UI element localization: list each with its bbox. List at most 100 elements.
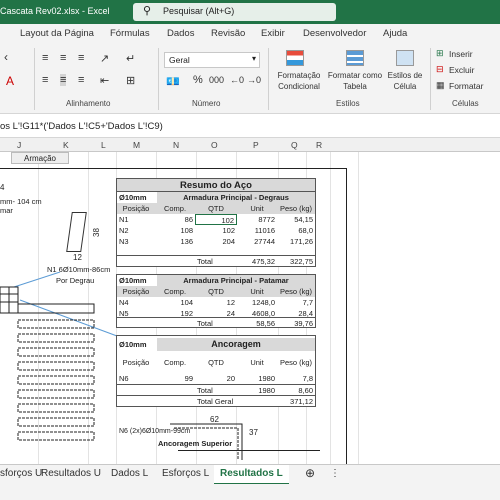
header-cell: Unit: [250, 287, 264, 296]
cell-styles-button[interactable]: Estilos de Célula: [384, 70, 426, 92]
tab-ajuda[interactable]: Ajuda: [383, 28, 407, 39]
cell: N6: [119, 374, 129, 383]
tab-revisao[interactable]: Revisão: [211, 28, 245, 39]
total-row: Total 58,56 39,76: [117, 317, 315, 328]
drawing-label: mm- 104 cm: [0, 197, 42, 206]
column-header[interactable]: N: [173, 140, 179, 150]
indent-icon[interactable]: ⇤: [100, 74, 109, 87]
font-color-a-icon[interactable]: A: [6, 74, 14, 88]
section-title: Armadura Principal - Degraus: [157, 192, 315, 203]
selected-cell[interactable]: 102: [195, 214, 237, 225]
tab-dados[interactable]: Dados: [167, 28, 194, 39]
percent-button[interactable]: %: [193, 74, 203, 86]
header-cell: Comp.: [163, 358, 187, 367]
currency-icon[interactable]: 💶: [166, 75, 180, 88]
tab-layout-pagina[interactable]: Layout da Página: [20, 28, 94, 39]
dim-label: 37: [249, 428, 258, 437]
resumo-table-degraus: Resumo do Aço Ø10mm Armadura Principal -…: [116, 178, 316, 267]
align-top-icon[interactable]: ≡: [42, 52, 48, 64]
cell: 1980: [258, 374, 275, 383]
increase-decimal-icon[interactable]: ←0: [230, 75, 244, 85]
total-unit: 58,56: [256, 319, 275, 328]
decrease-decimal-icon[interactable]: →0: [247, 75, 261, 85]
sheet-tab[interactable]: Dados L: [111, 468, 148, 479]
delete-button[interactable]: Excluir: [449, 65, 475, 75]
total-geral-value: 371,12: [290, 397, 313, 406]
title-bar: Cascata Rev02.xlsx - Excel ⚲ Pesquisar (…: [0, 0, 500, 24]
align-bottom-icon[interactable]: ≡: [78, 52, 84, 64]
sheet-tabs: sforços U Resultados U Dados L Esforços …: [0, 464, 500, 485]
cell: N1: [119, 215, 129, 224]
format-icon: ▦: [436, 80, 445, 90]
insert-button[interactable]: Inserir: [449, 49, 473, 59]
header-cell: QTD: [208, 287, 224, 296]
cell: 12: [226, 298, 235, 307]
column-header[interactable]: J: [17, 140, 21, 150]
search-placeholder: Pesquisar (Alt+G): [163, 6, 235, 16]
sheet-tab[interactable]: sforços U: [0, 468, 42, 479]
align-right-icon[interactable]: ≡: [78, 74, 84, 86]
total-row: Total 1980 8,60: [117, 384, 315, 395]
sheet-tab-active[interactable]: Resultados L: [214, 465, 289, 485]
column-header[interactable]: O: [211, 140, 218, 150]
group-number-label: Número: [192, 99, 221, 108]
worksheet-grid[interactable]: Armação 4 mm- 104 cm mar 38 12 N1 6Ø10mm…: [0, 152, 500, 464]
column-header[interactable]: P: [253, 140, 259, 150]
formula-text: os L'!G11*('Dados L'!C5+'Dados L'!C9): [0, 121, 163, 132]
tab-formulas[interactable]: Fórmulas: [110, 28, 150, 39]
armacao-header: Armação: [11, 152, 69, 164]
font-color-icon[interactable]: ‹: [4, 50, 8, 64]
tab-exibir[interactable]: Exibir: [261, 28, 285, 39]
table-row: N2 108 102 11016 68,0: [117, 225, 317, 236]
ribbon: ‹ A ≡ ≡ ≡ ↗ ↵ ≡ ≡ ≡ ⇤ ⊞ Alinhamento Gera…: [0, 44, 500, 114]
diameter-label: Ø10mm: [119, 193, 147, 202]
number-format-select[interactable]: Geral ▾: [164, 52, 260, 68]
table-row: N3 136 204 27744 171,26: [117, 236, 317, 247]
add-sheet-icon[interactable]: ⊕: [305, 466, 315, 480]
header-cell: Posição: [122, 287, 150, 296]
align-center-icon[interactable]: ≡: [60, 74, 67, 86]
drawing-label: mar: [0, 206, 13, 215]
column-header[interactable]: K: [63, 140, 69, 150]
cell: 7,8: [302, 374, 313, 383]
header-cell: Peso (kg): [279, 358, 313, 367]
header-cell: Comp.: [163, 287, 187, 296]
cell: 104: [180, 298, 193, 307]
group-styles-label: Estilos: [336, 99, 360, 108]
align-left-icon[interactable]: ≡: [42, 74, 48, 86]
format-table-icon: [346, 50, 364, 66]
formula-bar[interactable]: os L'!G11*('Dados L'!C5+'Dados L'!C9): [0, 114, 500, 138]
orientation-icon[interactable]: ↗: [100, 52, 109, 65]
diameter-label: Ø10mm: [119, 276, 147, 285]
sheet-tab[interactable]: Resultados U: [41, 468, 101, 479]
cell: 7,7: [302, 298, 313, 307]
column-header[interactable]: M: [133, 140, 140, 150]
tab-desenvolvedor[interactable]: Desenvolvedor: [303, 28, 366, 39]
format-button[interactable]: Formatar: [449, 81, 483, 91]
table-row: N4 104 12 1248,0 7,7: [117, 297, 317, 308]
column-header[interactable]: R: [316, 140, 322, 150]
conditional-formatting-icon: [286, 50, 304, 66]
header-cell: Posição: [122, 358, 150, 367]
stair-drawing: [0, 272, 118, 441]
resumo-table-ancoragem: Ø10mm Ancoragem Posição Comp. QTD Unit P…: [116, 335, 316, 407]
more-options-icon[interactable]: ⋮: [330, 468, 340, 479]
total-peso: 39,76: [294, 319, 313, 328]
column-header[interactable]: Q: [291, 140, 298, 150]
insert-icon: ⊞: [436, 48, 444, 58]
align-middle-icon[interactable]: ≡: [60, 52, 66, 64]
format-as-table-button[interactable]: Formatar como Tabela: [326, 70, 384, 92]
anchor-superior-label: Ancoragem Superior: [158, 439, 233, 448]
cell: 99: [184, 374, 193, 383]
header-cell: Posição: [122, 204, 150, 213]
merge-center-icon[interactable]: ⊞: [126, 74, 135, 87]
search-box[interactable]: ⚲ Pesquisar (Alt+G): [133, 3, 336, 21]
page-border: [0, 168, 346, 169]
cell: 171,26: [290, 237, 313, 246]
wrap-text-icon[interactable]: ↵: [126, 52, 135, 65]
conditional-formatting-button[interactable]: Formatação Condicional: [276, 70, 322, 92]
header-cell: Unit: [250, 358, 264, 367]
column-header[interactable]: L: [101, 140, 106, 150]
thousands-button[interactable]: 000: [209, 75, 224, 85]
sheet-tab[interactable]: Esforços L: [162, 468, 209, 479]
